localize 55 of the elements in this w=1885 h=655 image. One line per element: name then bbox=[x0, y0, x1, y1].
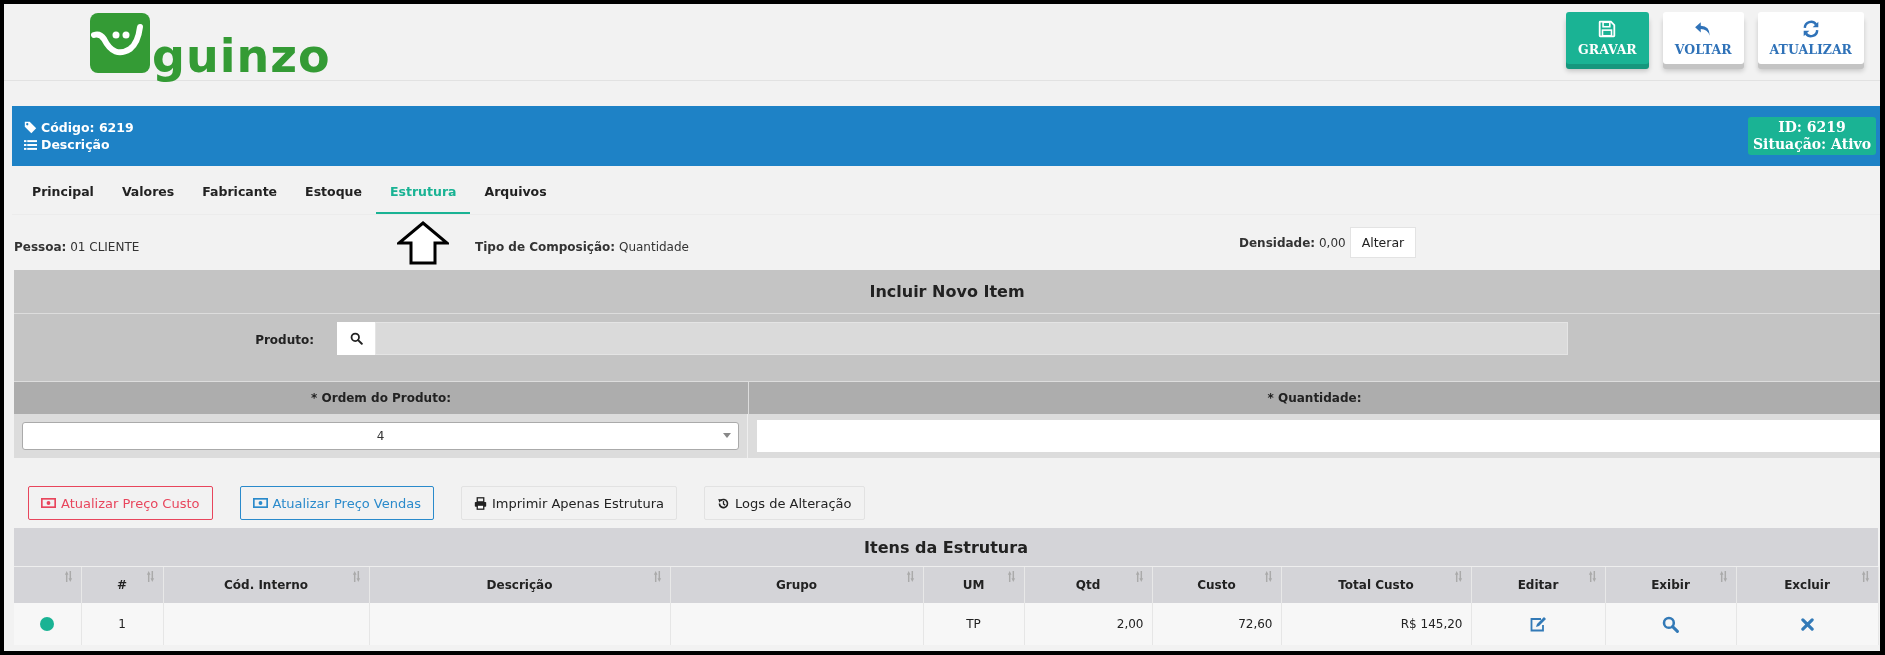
table-cell: 2,00 bbox=[1024, 603, 1152, 645]
column-header[interactable]: Excluir bbox=[1736, 567, 1878, 603]
tab[interactable]: Estoque bbox=[291, 166, 376, 214]
order-select[interactable]: 4 bbox=[22, 422, 739, 450]
tab[interactable]: Valores bbox=[107, 166, 189, 214]
list-icon bbox=[24, 138, 37, 151]
refresh-icon bbox=[1801, 20, 1820, 38]
info-field: Tipo de Composição: Quantidade bbox=[475, 239, 689, 254]
history-icon bbox=[717, 496, 730, 510]
action-button[interactable]: Imprimir Apenas Estrutura bbox=[461, 486, 677, 520]
search-icon[interactable] bbox=[1662, 615, 1679, 633]
change-button[interactable]: Alterar bbox=[1349, 227, 1417, 258]
info-field: Pessoa: 01 CLIENTE bbox=[14, 239, 140, 254]
tab[interactable]: Fabricante bbox=[188, 166, 292, 214]
tag-icon bbox=[24, 121, 37, 134]
tab[interactable]: Arquivos bbox=[470, 166, 561, 214]
column-header[interactable]: Descrição bbox=[369, 567, 670, 603]
product-code: Código: 6219 bbox=[41, 120, 134, 135]
record-id: ID: 6219 bbox=[1778, 119, 1846, 136]
column-header[interactable]: Editar bbox=[1471, 567, 1605, 603]
column-header[interactable]: Custo bbox=[1152, 567, 1281, 603]
table-cell: 1 bbox=[81, 603, 163, 645]
table-cell: 72,60 bbox=[1152, 603, 1281, 645]
search-icon bbox=[349, 332, 363, 345]
column-header[interactable]: Qtd bbox=[1024, 567, 1152, 603]
close-icon[interactable] bbox=[1800, 618, 1814, 631]
column-header[interactable]: UM bbox=[923, 567, 1024, 603]
quantity-input-field[interactable] bbox=[757, 420, 1880, 452]
table-cell: R$ 145,20 bbox=[1281, 603, 1471, 645]
tab[interactable]: Principal bbox=[18, 166, 108, 214]
edit-icon[interactable] bbox=[1529, 616, 1547, 632]
banknote-icon bbox=[41, 498, 56, 508]
product-input-field[interactable] bbox=[375, 322, 1568, 355]
action-button[interactable]: Logs de Alteração bbox=[704, 486, 865, 520]
column-header[interactable]: Cód. Interno bbox=[163, 567, 369, 603]
column-header[interactable]: Exibir bbox=[1605, 567, 1736, 603]
product-description: Descrição bbox=[41, 137, 110, 152]
column-label: * Quantidade: bbox=[1266, 390, 1363, 407]
panel-title: Incluir Novo Item bbox=[14, 270, 1880, 314]
search-button[interactable] bbox=[337, 322, 375, 355]
action-button[interactable]: Atualizar Preço Custo bbox=[28, 486, 213, 520]
column-header[interactable]: Total Custo bbox=[1281, 567, 1471, 603]
caret-icon bbox=[723, 433, 731, 438]
reply-arrow-icon bbox=[1694, 20, 1713, 38]
record-status: Situação: Ativo bbox=[1753, 136, 1871, 153]
column-header[interactable]: Grupo bbox=[670, 567, 923, 603]
print-icon bbox=[474, 496, 487, 510]
info-field: Densidade: 0,00 bbox=[1239, 235, 1346, 250]
banknote-icon bbox=[252, 498, 268, 508]
table-title: Itens da Estrutura bbox=[14, 528, 1878, 567]
table-cell: TP bbox=[923, 603, 1024, 645]
smiley-logo-icon bbox=[90, 13, 150, 73]
up-arrow-annotation bbox=[397, 221, 449, 265]
product-label: Produto: bbox=[254, 333, 314, 347]
column-header[interactable]: # bbox=[81, 567, 163, 603]
